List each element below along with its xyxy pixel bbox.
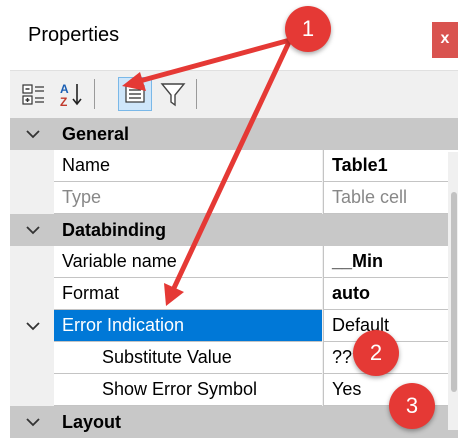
chevron-down-icon[interactable] xyxy=(24,125,42,143)
chevron-down-icon[interactable] xyxy=(24,221,42,239)
property-name: Type xyxy=(54,182,322,214)
property-name: Name xyxy=(54,150,322,182)
annotation-badge-3: 3 xyxy=(389,383,435,429)
property-value[interactable]: Table1 xyxy=(323,150,458,182)
property-row-type[interactable]: Type Table cell xyxy=(10,182,458,214)
toolbar-separator xyxy=(94,79,95,109)
property-value: Table cell xyxy=(323,182,458,214)
category-label: Databinding xyxy=(62,220,166,240)
property-grid: General Name Table1 Type Table cell Data… xyxy=(10,118,458,438)
category-label: Layout xyxy=(62,412,122,432)
vertical-scrollbar[interactable] xyxy=(448,152,458,430)
property-value[interactable]: __Min xyxy=(323,246,458,278)
scrollbar-thumb[interactable] xyxy=(451,192,457,392)
category-label: General xyxy=(62,124,130,144)
chevron-down-icon[interactable] xyxy=(24,317,42,335)
chevron-down-icon[interactable] xyxy=(24,413,42,431)
category-databinding[interactable]: Databinding xyxy=(10,214,458,246)
categorized-view-icon xyxy=(22,84,44,105)
property-name: Error Indication xyxy=(54,310,322,342)
filter-button[interactable] xyxy=(156,77,190,111)
properties-page-icon xyxy=(125,85,145,103)
properties-toolbar: A Z xyxy=(10,70,458,119)
property-row-variable-name[interactable]: Variable name __Min xyxy=(10,246,458,278)
sort-alphabetical-icon: A Z xyxy=(60,82,82,109)
category-general[interactable]: General xyxy=(10,118,458,150)
toolbar-separator xyxy=(196,79,197,109)
svg-text:A: A xyxy=(60,82,69,96)
panel-title: Properties xyxy=(28,24,120,46)
property-name: Substitute Value xyxy=(54,342,322,374)
categorized-view-button[interactable] xyxy=(16,77,50,111)
property-name: Variable name xyxy=(54,246,322,278)
close-button[interactable]: x xyxy=(432,22,458,58)
panel-header: Properties x xyxy=(0,0,458,70)
property-name: Show Error Symbol xyxy=(54,374,322,406)
property-value[interactable]: auto xyxy=(323,278,458,310)
svg-text:Z: Z xyxy=(60,95,67,109)
filter-icon xyxy=(160,83,186,107)
properties-page-button[interactable] xyxy=(118,77,152,111)
property-name: Format xyxy=(54,278,322,310)
annotation-badge-1: 1 xyxy=(285,6,331,52)
sort-alphabetical-button[interactable]: A Z xyxy=(54,77,88,111)
property-row-format[interactable]: Format auto xyxy=(10,278,458,310)
property-row-name[interactable]: Name Table1 xyxy=(10,150,458,182)
annotation-badge-2: 2 xyxy=(353,330,399,376)
